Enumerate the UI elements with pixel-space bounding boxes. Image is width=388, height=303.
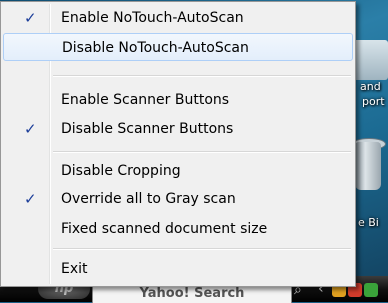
check-icon: ✓ <box>24 190 37 208</box>
menu-separator <box>53 75 351 77</box>
menu-separator <box>53 151 351 153</box>
tray-app-icon[interactable] <box>364 283 378 297</box>
recycle-bin-body[interactable] <box>355 142 381 190</box>
menu-item-label: Fixed scanned document size <box>61 221 268 237</box>
menu-item-disable-cropping[interactable]: Disable Cropping <box>3 157 353 185</box>
menu-item-label: Disable Cropping <box>61 163 181 179</box>
menu-separator <box>53 248 351 250</box>
context-menu: ✓ Enable NoTouch-AutoScan Disable NoTouc… <box>0 1 356 287</box>
menu-item-label: Enable NoTouch-AutoScan <box>61 10 244 26</box>
menu-item-label: Override all to Gray scan <box>61 191 236 207</box>
desktop-shortcut-label-line2: port <box>362 95 385 108</box>
check-icon: ✓ <box>24 9 37 27</box>
menu-item-label: Enable Scanner Buttons <box>61 92 230 108</box>
menu-item-fixed-document-size[interactable]: Fixed scanned document size <box>3 215 353 243</box>
menu-item-label: Disable NoTouch-AutoScan <box>62 40 249 56</box>
desktop-shortcut-label-line1: and <box>360 80 381 93</box>
menu-item-disable-notouch-autoscan[interactable]: Disable NoTouch-AutoScan <box>3 33 353 61</box>
menu-item-disable-scanner-buttons[interactable]: ✓ Disable Scanner Buttons <box>3 115 353 143</box>
menu-item-label: Disable Scanner Buttons <box>61 121 234 137</box>
menu-item-label: Exit <box>61 261 88 277</box>
desktop-shortcut-icon[interactable] <box>352 40 388 80</box>
menu-item-enable-scanner-buttons[interactable]: Enable Scanner Buttons <box>3 86 353 114</box>
menu-item-exit[interactable]: Exit <box>3 255 353 283</box>
recycle-bin-label: e Bi <box>358 216 379 229</box>
check-icon: ✓ <box>24 120 37 138</box>
menu-item-override-gray-scan[interactable]: ✓ Override all to Gray scan <box>3 185 353 213</box>
menu-item-enable-notouch-autoscan[interactable]: ✓ Enable NoTouch-AutoScan <box>3 4 353 32</box>
